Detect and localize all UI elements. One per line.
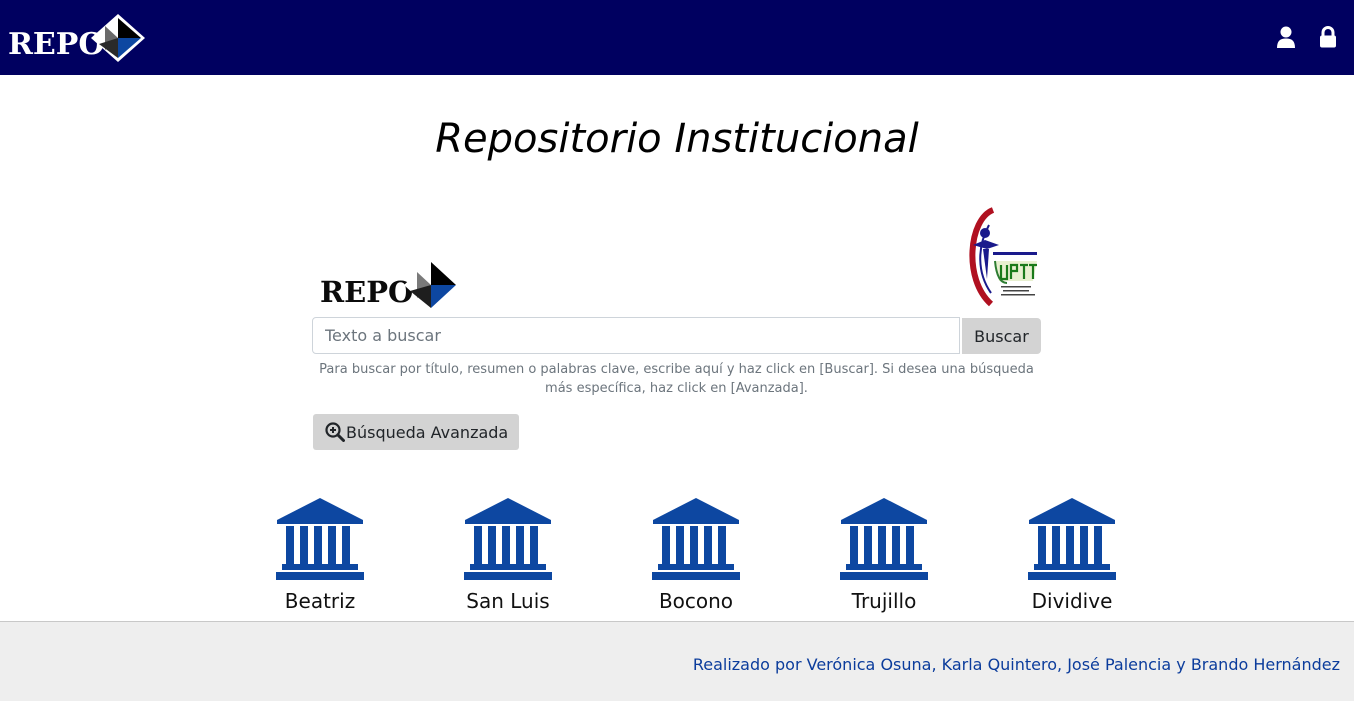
top-navbar: REPO [0, 0, 1354, 75]
campus-link-beatriz[interactable]: Beatriz [260, 498, 380, 616]
user-icon[interactable] [1276, 26, 1296, 48]
campus-label: Bocono [658, 589, 734, 613]
institution-icon [652, 498, 740, 580]
campus-label: San Luis [466, 589, 550, 613]
lock-icon[interactable] [1318, 26, 1338, 48]
advanced-search-label: Búsqueda Avanzada [346, 422, 509, 442]
campus-label: Beatriz [284, 589, 356, 613]
advanced-search-button[interactable]: Búsqueda Avanzada [313, 414, 519, 450]
campus-link-trujillo[interactable]: Trujillo [824, 498, 944, 616]
institution-icon [840, 498, 928, 580]
institution-icon [464, 498, 552, 580]
campus-link-san-luis[interactable]: San Luis [448, 498, 568, 616]
repo-logo: REPO [318, 260, 463, 310]
uptt-logo [969, 207, 1037, 307]
brand-logo[interactable]: REPO [8, 14, 148, 62]
zoom-in-icon [325, 422, 345, 442]
repo-mark-icon [404, 260, 458, 310]
search-help-text: Para buscar por título, resumen o palabr… [319, 362, 1034, 396]
repo-mark-icon [91, 14, 145, 62]
campus-link-bocono[interactable]: Bocono [636, 498, 756, 616]
campus-label: Dividive [1031, 589, 1113, 613]
search-button[interactable]: Buscar [962, 318, 1041, 354]
search-input[interactable] [312, 317, 960, 354]
footer: Realizado por Verónica Osuna, Karla Quin… [0, 621, 1354, 701]
repo-logo-text: REPO [320, 275, 414, 309]
campus-label: Trujillo [851, 589, 917, 613]
institution-icon [1028, 498, 1116, 580]
institution-icon [276, 498, 364, 580]
campus-link-dividive[interactable]: Dividive [1012, 498, 1132, 616]
footer-credits: Realizado por Verónica Osuna, Karla Quin… [692, 655, 1340, 674]
page-title: Repositorio Institucional [435, 116, 919, 162]
